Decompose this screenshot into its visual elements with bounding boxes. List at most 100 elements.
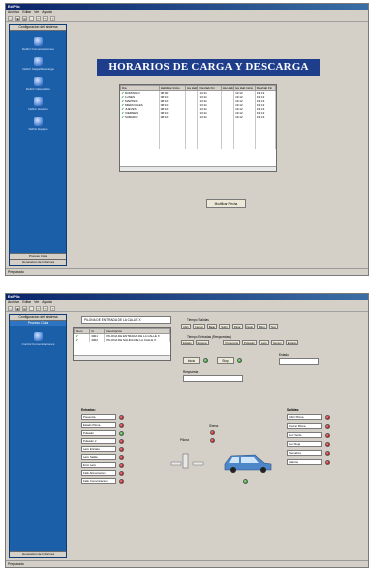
sidebar-item-comunicaciones[interactable]: Definir Comunicaciones bbox=[10, 37, 66, 51]
entrada-led bbox=[119, 470, 124, 476]
inicio-led bbox=[203, 358, 208, 363]
cell-description: PILONA DE SALIDA DE LA CALLE X bbox=[104, 338, 170, 342]
table-row[interactable]: ✔ 3002 PILONA DE SALIDA DE LA CALLE X bbox=[74, 338, 170, 342]
save-icon[interactable]: ▤ bbox=[22, 305, 27, 311]
sidebar-item-label: Definir Horario bbox=[28, 107, 48, 111]
salida-row: Cerrar Pilona bbox=[287, 423, 330, 429]
open-file-icon[interactable]: ▣ bbox=[15, 305, 20, 311]
sidebar-footer-informes[interactable]: Generacion de Informes bbox=[10, 551, 66, 557]
entrada-led bbox=[119, 446, 124, 452]
salida-row: Abrir Pilona bbox=[287, 414, 330, 420]
espera-button[interactable]: Espera bbox=[195, 340, 209, 345]
inicio-button[interactable]: Inicio bbox=[183, 357, 200, 364]
abrir-button[interactable]: Abrir bbox=[181, 324, 191, 329]
redo-icon[interactable]: ↷ bbox=[43, 15, 48, 21]
device-list[interactable]: Num. Id Descripcion ✔ 3001 PILONA DE ENT… bbox=[73, 327, 171, 361]
entrada-field[interactable]: Error Lazo bbox=[81, 462, 116, 468]
sidebar-item-equipo[interactable]: Definir Equipo bbox=[10, 117, 66, 131]
salida-field[interactable]: Alarma bbox=[287, 459, 322, 465]
horizontal-scrollbar[interactable] bbox=[74, 355, 170, 360]
sidebar-item-horario[interactable]: Definir Horario bbox=[10, 97, 66, 111]
save-icon[interactable]: ▤ bbox=[22, 15, 27, 21]
sidebar-item-label: Definir Calendario bbox=[25, 87, 50, 91]
entrada-row: Lazo Entrada bbox=[81, 446, 124, 452]
stop-button[interactable]: Stop bbox=[217, 357, 234, 364]
redo-icon[interactable]: ↷ bbox=[43, 305, 48, 311]
undo-icon[interactable]: ↶ bbox=[36, 15, 41, 21]
entrada-field[interactable]: Pulsador 2 bbox=[81, 438, 116, 444]
entrada-field[interactable]: Fallo Comunicacion bbox=[81, 478, 116, 484]
column-header[interactable]: Ha Hab bbox=[220, 85, 235, 91]
toolbar: □ ▣ ▤ · ↶ ↷ ? bbox=[6, 305, 368, 312]
cell-day: SABADO bbox=[125, 115, 138, 119]
horizontal-scrollbar[interactable] bbox=[120, 166, 276, 171]
entrada-field[interactable]: Presencia bbox=[81, 414, 116, 420]
bajar-button[interactable]: Bajar bbox=[206, 324, 218, 329]
sidebar-header[interactable]: Configuracion del sistema bbox=[10, 25, 66, 31]
column-header[interactable]: Ha Hab Inicio bbox=[233, 85, 256, 91]
undo-icon[interactable]: ↶ bbox=[36, 305, 41, 311]
desb-button[interactable]: Desb bbox=[244, 324, 256, 329]
help-icon[interactable]: ? bbox=[50, 15, 55, 21]
bloq-button[interactable]: Bloq bbox=[257, 324, 267, 329]
entrada-field[interactable]: Lazo Entrada bbox=[81, 446, 116, 452]
estado-button[interactable]: Estado bbox=[181, 340, 194, 345]
entrada-led bbox=[119, 430, 124, 436]
lazo-button[interactable]: Lazo bbox=[258, 340, 269, 345]
check-icon: ✔ bbox=[121, 115, 125, 119]
salida-led bbox=[325, 414, 330, 420]
sidebar-footer-informes[interactable]: Generacion de Informes bbox=[10, 259, 66, 265]
test-button[interactable]: Test bbox=[268, 324, 278, 329]
open-file-icon[interactable]: ▣ bbox=[15, 15, 20, 21]
estado2-button[interactable]: Estado bbox=[285, 340, 299, 345]
pulsador-button[interactable]: Pulsador bbox=[241, 340, 257, 345]
modify-date-button[interactable]: Modificar Fecha bbox=[206, 199, 246, 208]
entrada-field[interactable]: Estado Pilona bbox=[81, 422, 116, 428]
sidebar-subheader[interactable]: Proceso Cola bbox=[10, 321, 66, 326]
respuesta-field[interactable] bbox=[183, 375, 243, 382]
entrada-row: Error Lazo bbox=[81, 462, 124, 468]
entrada-row: Pulsador 2 bbox=[81, 438, 124, 444]
salida-row: Luz Roja bbox=[287, 441, 330, 447]
subir-button[interactable]: Subir bbox=[219, 324, 230, 329]
salida-field[interactable]: Cerrar Pilona bbox=[287, 423, 322, 429]
new-file-icon[interactable]: □ bbox=[8, 305, 13, 311]
sidebar-item-calendario[interactable]: Definir Calendario bbox=[10, 77, 66, 91]
entrada-row: Pulsador bbox=[81, 430, 124, 436]
network-icon bbox=[33, 37, 43, 46]
parar-button[interactable]: Parar bbox=[231, 324, 243, 329]
state-field[interactable] bbox=[279, 358, 319, 365]
respuesta-label: Respuesta bbox=[183, 370, 199, 374]
entrada-led bbox=[119, 422, 124, 428]
sidebar-item-label: Definir Carga/Descarga bbox=[22, 67, 54, 71]
entrada-led bbox=[119, 478, 124, 484]
salida-field[interactable]: Abrir Pilona bbox=[287, 414, 322, 420]
salida-field[interactable]: Semaforo bbox=[287, 450, 322, 456]
clock-icon bbox=[33, 97, 43, 106]
page-title: HORARIOS DE CARGA Y DESCARGA bbox=[97, 59, 320, 76]
sidebar-item-comunicaciones[interactable]: Control Comunicaciones bbox=[10, 332, 66, 346]
presencia-button[interactable]: Presencia bbox=[223, 340, 240, 345]
salida-led bbox=[325, 459, 330, 465]
entrada-led bbox=[119, 414, 124, 420]
window-control: ExiPlic Archivo Editar Ver Ayuda □ ▣ ▤ ·… bbox=[5, 293, 369, 568]
salida-led bbox=[325, 441, 330, 447]
salida-field[interactable]: Luz Verde bbox=[287, 432, 322, 438]
cerrar-button[interactable]: Cerrar bbox=[192, 324, 205, 329]
schedule-table[interactable]: Dia Habilitar Inicio Ha Hab Deshab Fin H… bbox=[119, 84, 277, 172]
sensor-button[interactable]: Sensor bbox=[270, 340, 284, 345]
new-file-icon[interactable]: □ bbox=[8, 15, 13, 21]
salida-field[interactable]: Luz Roja bbox=[287, 441, 322, 447]
salida-led bbox=[325, 423, 330, 429]
entrada-field[interactable]: Fallo Alimentacion bbox=[81, 470, 116, 476]
device-name-field[interactable]: PILONA DE ENTRADA DE LA CALLE X bbox=[81, 316, 171, 324]
tiempo-salidas-label: Tiempo Salidas bbox=[187, 318, 209, 322]
stop-led bbox=[237, 358, 242, 363]
help-icon[interactable]: ? bbox=[50, 305, 55, 311]
entrada-field[interactable]: Pulsador bbox=[81, 430, 116, 436]
entrada-led bbox=[119, 438, 124, 444]
sidebar-item-carga[interactable]: Definir Carga/Descarga bbox=[10, 57, 66, 71]
sidebar-item-label: Definir Equipo bbox=[28, 127, 48, 131]
entrada-field[interactable]: Lazo Salida bbox=[81, 454, 116, 460]
column-header[interactable]: Ha Hab bbox=[185, 85, 199, 91]
